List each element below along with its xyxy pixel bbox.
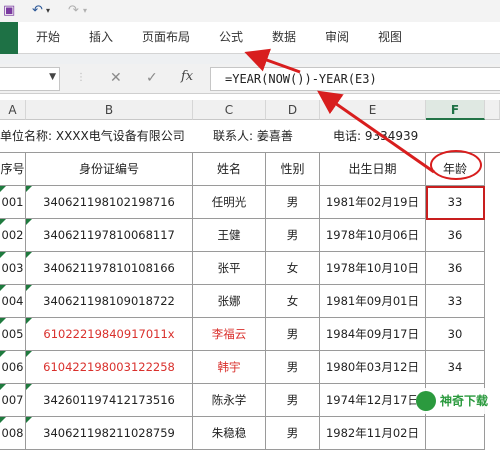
table-row: 008 340621198211028759 朱稳稳男 1982年11月02日: [0, 417, 500, 450]
age-cell[interactable]: [426, 417, 485, 450]
arrow-to-formulas-tab: [244, 48, 301, 74]
annotation-arrows: [244, 48, 435, 174]
gender-cell[interactable]: 男: [266, 417, 320, 450]
name-cell[interactable]: 朱稳稳: [193, 417, 266, 450]
id-number-cell-text: 340621198211028759: [43, 426, 175, 440]
watermark-text: 神奇下载: [440, 394, 489, 408]
id-number-cell[interactable]: 340621198211028759: [26, 417, 193, 450]
serial-cell[interactable]: 008: [0, 417, 26, 450]
serial-cell-text: 008: [1, 426, 24, 440]
watermark-logo-icon: [416, 391, 436, 411]
birth-date-cell[interactable]: 1982年11月02日: [320, 417, 426, 450]
watermark: 神奇下载: [416, 388, 496, 414]
arrow-to-now-function: [317, 90, 435, 174]
